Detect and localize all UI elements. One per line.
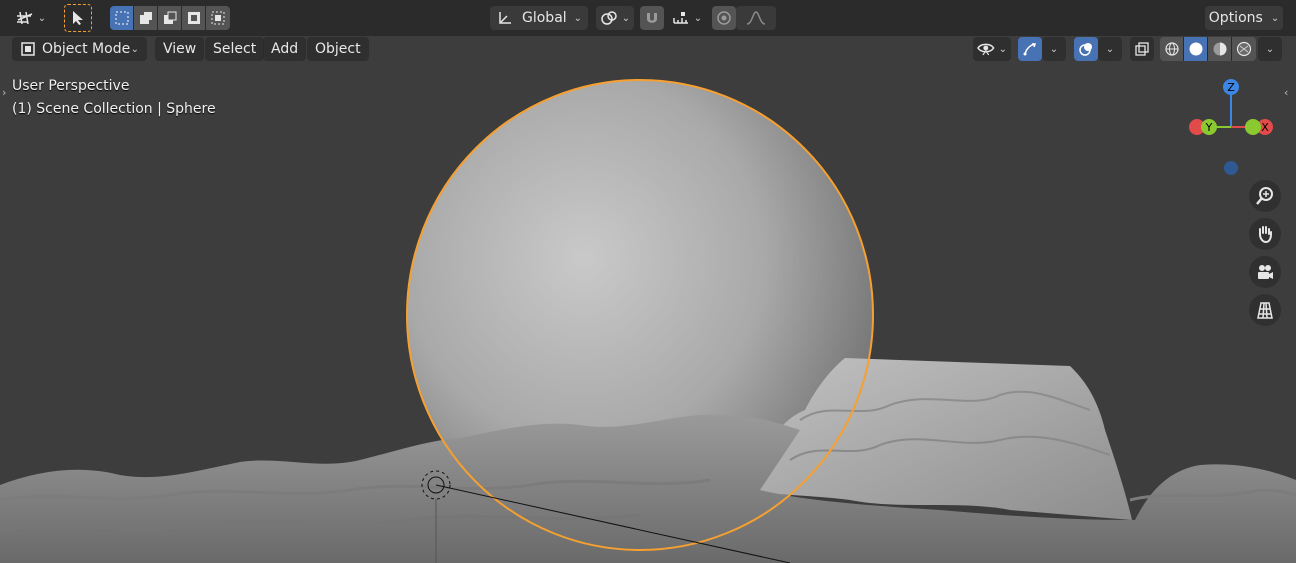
menu-select[interactable]: Select [205, 37, 265, 61]
object-mode-icon [21, 42, 35, 56]
transform-orientation-label: Global [522, 10, 567, 26]
chevron-down-icon: ⌄ [130, 43, 139, 55]
rendered-sphere-icon [1236, 41, 1252, 57]
xray-icon [1135, 42, 1149, 56]
snap-toggle-button[interactable] [640, 6, 664, 30]
select-tool-button[interactable] [64, 4, 92, 32]
select-invert-icon [187, 12, 200, 24]
toolbar-expand-icon[interactable]: › [2, 86, 6, 99]
pivot-point-dropdown[interactable]: ⌄ [596, 6, 634, 30]
snap-group [640, 6, 664, 30]
magnet-icon [647, 13, 657, 23]
orientation-axes-icon [499, 12, 511, 24]
select-new-icon [115, 11, 128, 25]
scene-render[interactable] [0, 0, 1296, 563]
gizmo-arrows-icon [1023, 43, 1037, 56]
wireframe-sphere-icon [1164, 42, 1179, 56]
mode-label: Object Mode [42, 41, 131, 57]
chevron-down-icon: ⌄ [37, 12, 47, 24]
proportional-edit-button[interactable] [712, 6, 736, 30]
proportional-falloff-dropdown[interactable] [736, 6, 776, 30]
pivot-icon [601, 11, 617, 25]
chevron-down-icon: ⌄ [693, 12, 703, 24]
gizmo-z-label: Z [1227, 81, 1235, 94]
viewport-header: ⌄ Global ⌄ ⌄ ⌄ Options ⌄ [0, 0, 1296, 36]
select-extend-icon [139, 12, 152, 24]
select-new-button[interactable] [110, 6, 134, 30]
camera-view-button[interactable] [1249, 256, 1281, 288]
select-intersect-button[interactable] [206, 6, 230, 30]
solid-sphere-icon [1189, 42, 1202, 56]
snap-increment-icon [673, 12, 688, 24]
chevron-down-icon: ⌄ [1270, 12, 1280, 24]
wireframe-shading-button[interactable] [1160, 37, 1184, 61]
gizmo-toggle-button[interactable] [1018, 37, 1042, 61]
selection-mode-group [110, 6, 230, 30]
viewport-menubar: Object Mode ⌄ View Select Add Object ⌄ ⌄… [0, 36, 1296, 64]
menu-view[interactable]: View [155, 37, 205, 61]
ortho-toggle-button[interactable] [1249, 294, 1281, 326]
chevron-down-icon: ⌄ [998, 43, 1007, 55]
chevron-down-icon: ⌄ [1265, 43, 1275, 55]
transform-orientation-dropdown[interactable]: Global ⌄ [490, 6, 588, 30]
rendered-shading-button[interactable] [1232, 37, 1256, 61]
shading-mode-group [1160, 37, 1256, 61]
overlay-circles-icon [1079, 43, 1092, 56]
chevron-down-icon: ⌄ [573, 12, 582, 24]
overlays-toggle-button[interactable] [1074, 37, 1098, 61]
falloff-curve-icon [746, 11, 766, 25]
material-sphere-icon [1213, 42, 1226, 56]
xray-toggle-button[interactable] [1130, 37, 1154, 61]
mode-dropdown[interactable]: Object Mode ⌄ [12, 37, 147, 61]
snap-target-dropdown[interactable]: ⌄ [666, 6, 708, 30]
cursor-icon [73, 11, 83, 25]
solid-shading-button[interactable] [1184, 37, 1208, 61]
navigation-gizmo[interactable]: Z Y X [1185, 75, 1275, 180]
select-invert-button[interactable] [182, 6, 206, 30]
grid-icon [1257, 302, 1273, 319]
transform-tools-icon [16, 11, 33, 25]
material-preview-button[interactable] [1208, 37, 1232, 61]
select-subtract-icon [163, 11, 176, 24]
3d-viewport[interactable]: › ‹ User Perspective (1) Scene Collectio… [0, 0, 1296, 563]
perspective-label: User Perspective [12, 78, 130, 94]
menu-object[interactable]: Object [307, 37, 369, 61]
collection-label: (1) Scene Collection | Sphere [12, 101, 216, 117]
sidebar-expand-icon[interactable]: ‹ [1284, 86, 1288, 99]
select-subtract-button[interactable] [158, 6, 182, 30]
gizmo-neg-y-axis[interactable] [1245, 119, 1261, 135]
editor-type-button[interactable]: ⌄ [12, 6, 50, 30]
pan-button[interactable] [1249, 218, 1281, 250]
options-label: Options [1208, 10, 1263, 26]
eye-icon [977, 43, 995, 56]
select-intersect-icon [211, 11, 225, 25]
gizmo-options-dropdown[interactable]: ⌄ [1042, 37, 1066, 61]
overlays-options-dropdown[interactable]: ⌄ [1098, 37, 1122, 61]
proportional-edit-icon [717, 11, 731, 25]
gizmo-neg-z-axis[interactable] [1224, 161, 1238, 175]
gizmo-x-label: X [1261, 121, 1269, 134]
gizmo-y-label: Y [1205, 121, 1213, 134]
select-extend-button[interactable] [134, 6, 158, 30]
zoom-icon [1256, 187, 1273, 205]
visibility-dropdown[interactable]: ⌄ [973, 37, 1011, 61]
menu-add[interactable]: Add [263, 37, 307, 61]
chevron-down-icon: ⌄ [1049, 43, 1059, 55]
chevron-down-icon: ⌄ [621, 12, 631, 24]
zoom-button[interactable] [1249, 180, 1281, 212]
camera-icon [1258, 265, 1273, 279]
shading-options-dropdown[interactable]: ⌄ [1258, 37, 1282, 61]
chevron-down-icon: ⌄ [1105, 43, 1115, 55]
hand-icon [1259, 226, 1272, 244]
options-dropdown[interactable]: Options ⌄ [1205, 6, 1283, 30]
